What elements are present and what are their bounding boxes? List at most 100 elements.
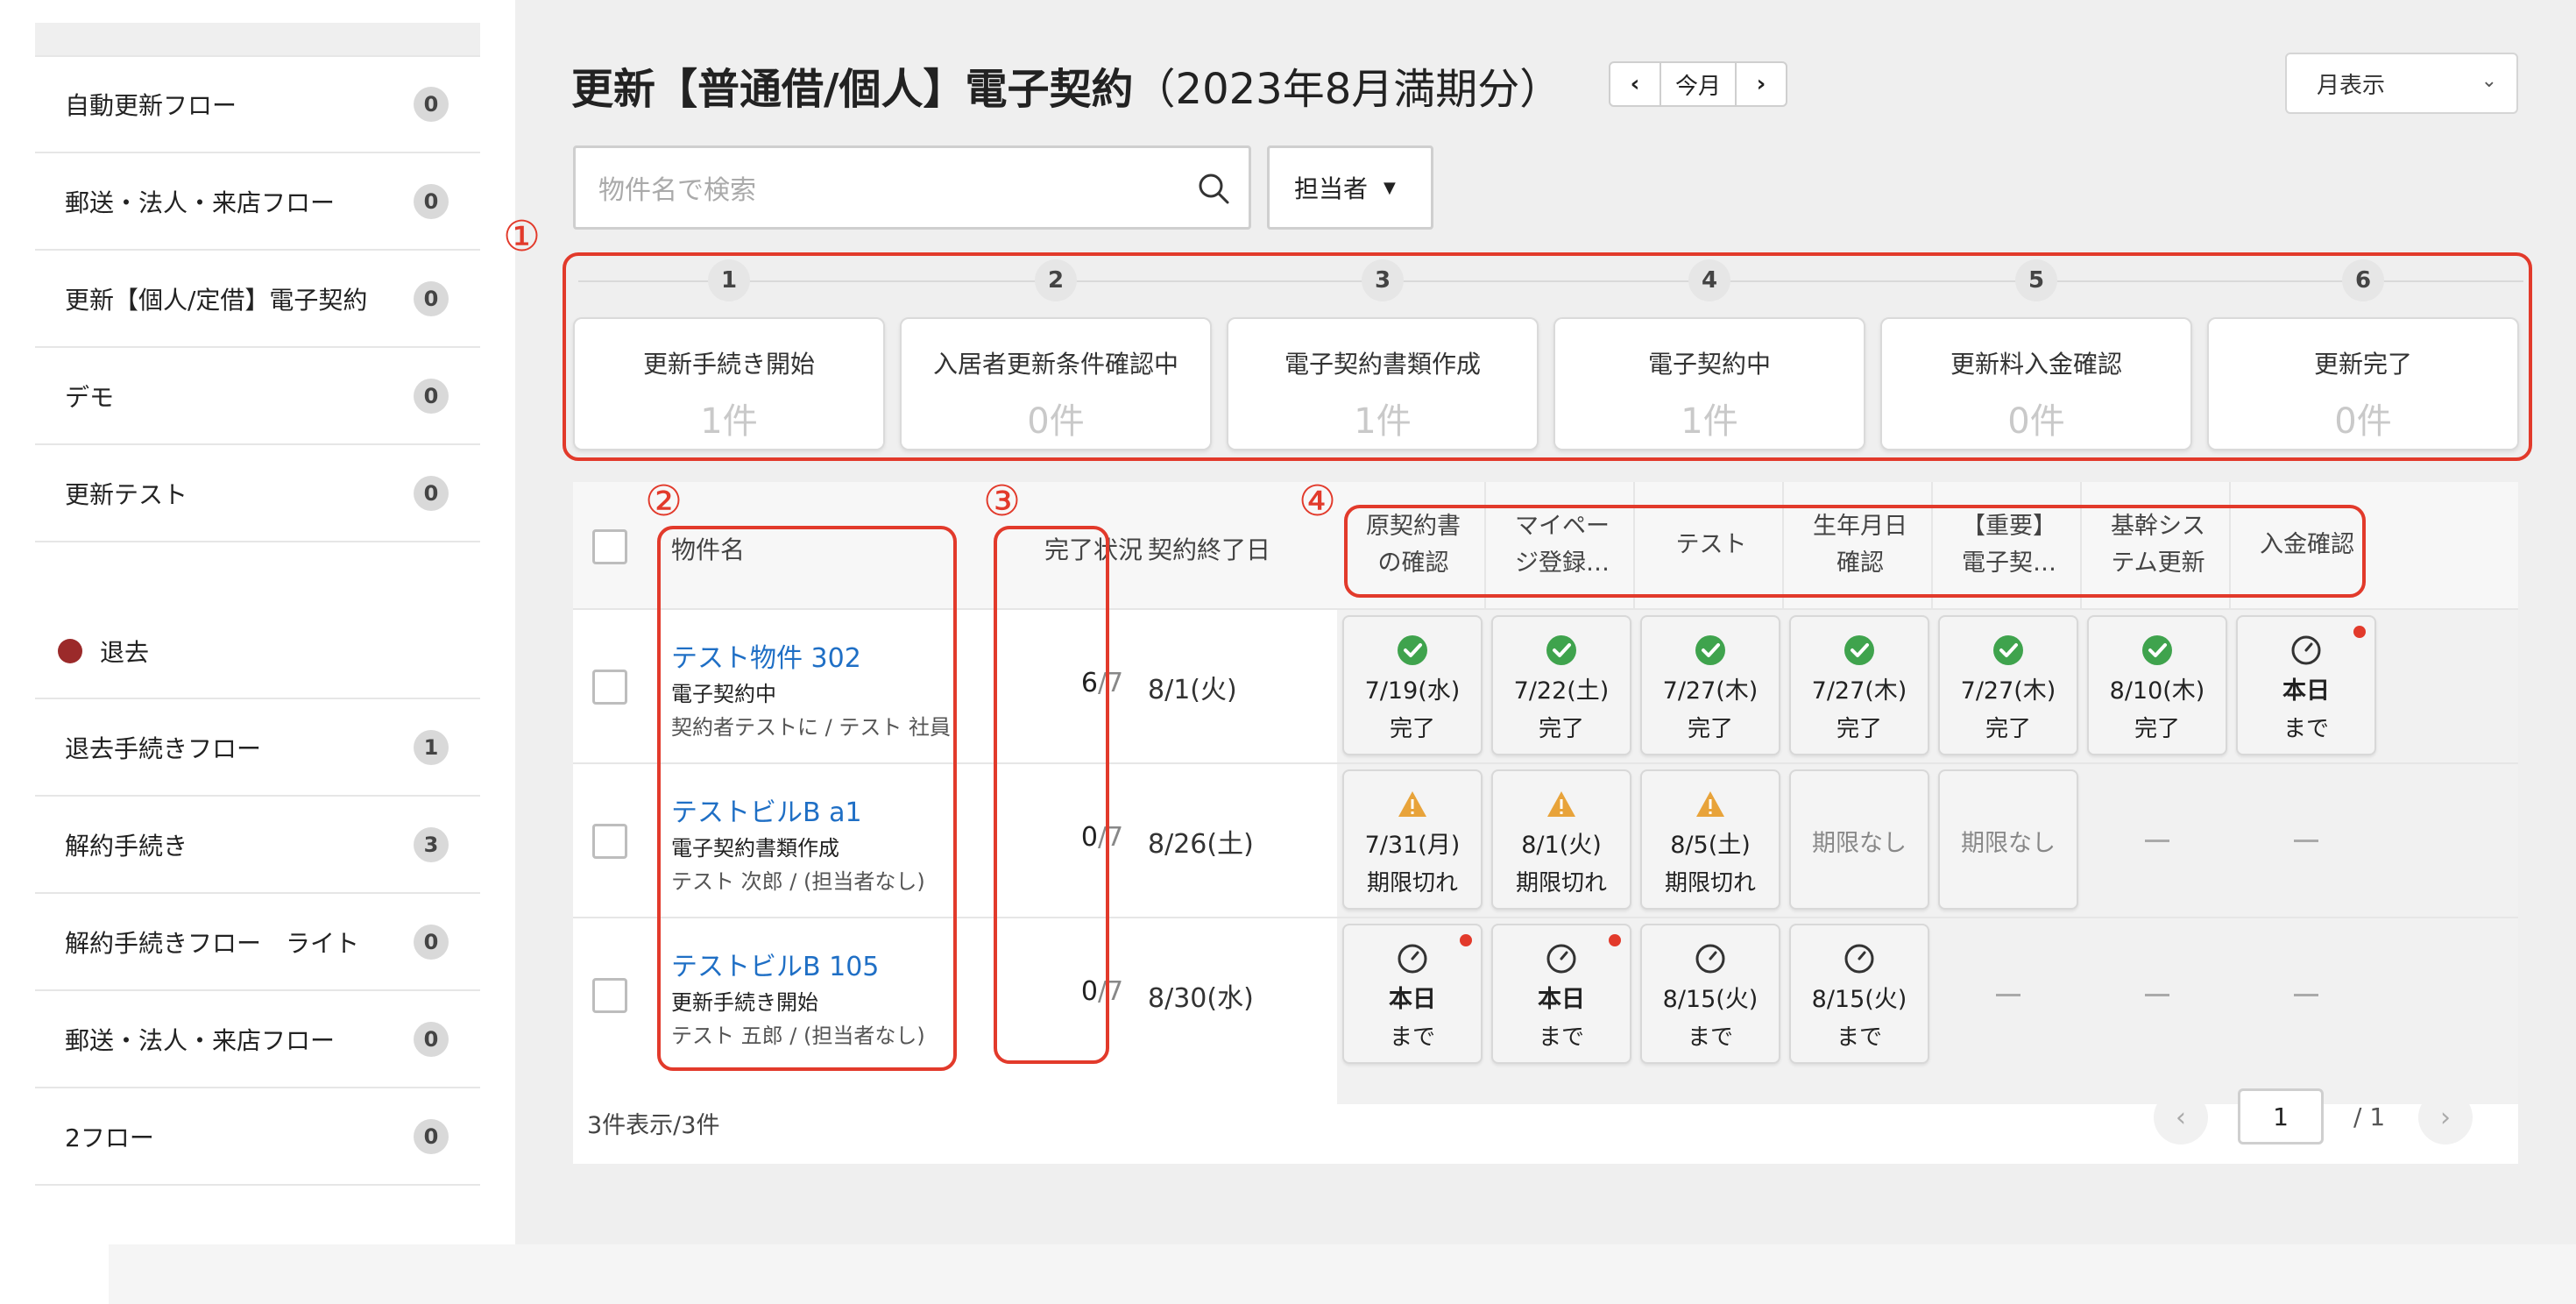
contract-end-date: 8/30(水) — [1148, 983, 1254, 1014]
task-cell[interactable]: 8/10(木) 完了 — [2087, 615, 2227, 755]
sidebar-item[interactable]: 解約手続きフロー ライト 0 — [35, 894, 480, 991]
section-color-dot — [58, 639, 82, 663]
task-date: 7/31(月) — [1364, 832, 1461, 859]
step-label: 更新手続き開始 — [642, 350, 815, 379]
step-count: 1件 — [1354, 401, 1412, 442]
task-date: 7/27(木) — [1811, 677, 1907, 705]
step-card[interactable]: 電子契約中 1件 — [1553, 317, 1865, 450]
warning-icon — [1695, 789, 1726, 820]
assignee-label: 担当者 — [1294, 174, 1369, 203]
sidebar-item[interactable]: 退去手続きフロー 1 — [35, 699, 480, 797]
sidebar-item-label: 退去手続きフロー — [65, 734, 262, 763]
task-state: まで — [1687, 1024, 1733, 1051]
annotation-box-name — [657, 526, 957, 1071]
view-mode-select[interactable]: 月表示 ⌄ — [2285, 53, 2518, 114]
contract-end-date: 8/1(火) — [1148, 675, 1237, 705]
sidebar-item[interactable]: 郵送・法人・来店フロー 0 — [35, 991, 480, 1088]
task-state: まで — [1538, 1024, 1584, 1051]
empty-task-dash — [2294, 994, 2318, 996]
step-card[interactable]: 入居者更新条件確認中 0件 — [900, 317, 1212, 450]
task-state: 期限切れ — [1515, 870, 1607, 896]
col-header-end-date[interactable]: 契約終了日 — [1148, 531, 1270, 566]
alert-dot — [1609, 934, 1621, 946]
task-cell[interactable]: 8/15(火) まで — [1789, 924, 1929, 1064]
sidebar-item[interactable]: デモ 0 — [35, 348, 480, 445]
task-state: 完了 — [1687, 716, 1733, 742]
step-label: 更新完了 — [2313, 350, 2412, 379]
step-count: 0件 — [1027, 401, 1085, 442]
task-cell[interactable]: 7/22(土) 完了 — [1491, 615, 1631, 755]
empty-task-dash — [2145, 994, 2169, 996]
page-number-input[interactable]: 1 — [2238, 1088, 2324, 1145]
select-all-checkbox[interactable] — [592, 529, 627, 564]
step-number: 6 — [2342, 259, 2384, 301]
sidebar-item[interactable]: 自動更新フロー 0 — [35, 56, 480, 153]
task-cell[interactable]: 8/5(土) 期限切れ — [1640, 769, 1780, 910]
count-badge: 0 — [414, 280, 449, 316]
annotation-2: ② — [645, 477, 683, 526]
task-date: 本日 — [1538, 986, 1585, 1013]
task-cell[interactable]: 期限なし — [1938, 769, 2078, 910]
section-label: 退去 — [100, 638, 150, 667]
task-cell[interactable]: 7/27(木) 完了 — [1789, 615, 1929, 755]
task-cell[interactable]: 8/1(火) 期限切れ — [1491, 769, 1631, 910]
sidebar-item[interactable]: 郵送・法人・来店フロー 0 — [35, 153, 480, 251]
task-cell[interactable]: 7/19(水) 完了 — [1342, 615, 1483, 755]
next-page-button[interactable]: › — [2418, 1090, 2473, 1145]
task-date: 本日 — [1389, 986, 1436, 1013]
sidebar-item[interactable]: 更新テスト 0 — [35, 445, 480, 542]
sidebar-item-label: デモ — [65, 382, 115, 412]
current-month-button[interactable]: 今月 — [1660, 63, 1737, 105]
step-card[interactable]: 電子契約書類作成 1件 — [1227, 317, 1539, 450]
task-date: 7/19(水) — [1364, 677, 1461, 705]
page-title: 更新【普通借/個人】電子契約（2023年8月満期分） — [571, 54, 1561, 116]
page-title-text: 更新【普通借/個人】電子契約 — [571, 65, 1134, 114]
step-label: 電子契約中 — [1647, 350, 1771, 379]
search-input[interactable]: 物件名で検索 — [573, 145, 1251, 230]
next-month-button[interactable]: › — [1737, 63, 1786, 105]
sidebar-item-label: 郵送・法人・来店フロー — [65, 1025, 336, 1055]
step-card[interactable]: 更新手続き開始 1件 — [573, 317, 885, 450]
task-cell[interactable]: 8/15(火) まで — [1640, 924, 1780, 1064]
task-state: 期限切れ — [1664, 870, 1756, 896]
sidebar-item[interactable]: 解約手続き 3 — [35, 797, 480, 894]
task-cell[interactable]: 期限なし — [1789, 769, 1929, 910]
check-circle-icon — [2141, 634, 2173, 666]
row-checkbox[interactable] — [592, 824, 627, 859]
row-checkbox[interactable] — [592, 978, 627, 1013]
view-mode-value: 月表示 — [2317, 72, 2386, 99]
task-cell[interactable]: 本日 まで — [1342, 924, 1483, 1064]
task-date: 8/15(火) — [1662, 986, 1759, 1013]
step-card[interactable]: 更新料入金確認 0件 — [1880, 317, 2192, 450]
check-circle-icon — [1695, 634, 1726, 666]
sidebar-item[interactable]: 更新【個人/定借】電子契約 0 — [35, 251, 480, 348]
task-cell[interactable]: 本日 まで — [2236, 615, 2376, 755]
sidebar-item-label: 郵送・法人・来店フロー — [65, 188, 336, 217]
task-cell[interactable]: 7/27(木) 完了 — [1640, 615, 1780, 755]
task-state: まで — [1836, 1024, 1882, 1051]
step-label: 入居者更新条件確認中 — [932, 350, 1178, 379]
check-circle-icon — [1546, 634, 1577, 666]
task-date: 8/1(火) — [1521, 832, 1602, 859]
search-icon[interactable] — [1196, 171, 1231, 206]
prev-month-button[interactable]: ‹ — [1610, 63, 1660, 105]
count-badge: 0 — [414, 86, 449, 122]
task-cell[interactable]: 本日 まで — [1491, 924, 1631, 1064]
task-state: 完了 — [1538, 716, 1584, 742]
clock-icon — [1695, 943, 1726, 974]
empty-task-dash — [1996, 994, 2020, 996]
sidebar-item[interactable]: 2フロー 0 — [35, 1088, 480, 1186]
bottom-strip — [109, 1244, 2576, 1304]
sidebar-item-label: 2フロー — [65, 1123, 154, 1152]
row-checkbox[interactable] — [592, 670, 627, 705]
task-cell[interactable]: 7/31(月) 期限切れ — [1342, 769, 1483, 910]
assignee-filter-button[interactable]: 担当者 ▼ — [1267, 145, 1433, 230]
prev-page-button[interactable]: ‹ — [2154, 1090, 2208, 1145]
step-count: 1件 — [700, 401, 758, 442]
sidebar-section-move-out[interactable]: 退去 — [35, 605, 480, 699]
step-card[interactable]: 更新完了 0件 — [2207, 317, 2519, 450]
count-badge: 0 — [414, 1021, 449, 1057]
task-cell[interactable]: 7/27(木) 完了 — [1938, 615, 2078, 755]
task-state: まで — [1389, 1024, 1435, 1051]
step-number: 1 — [708, 259, 750, 301]
